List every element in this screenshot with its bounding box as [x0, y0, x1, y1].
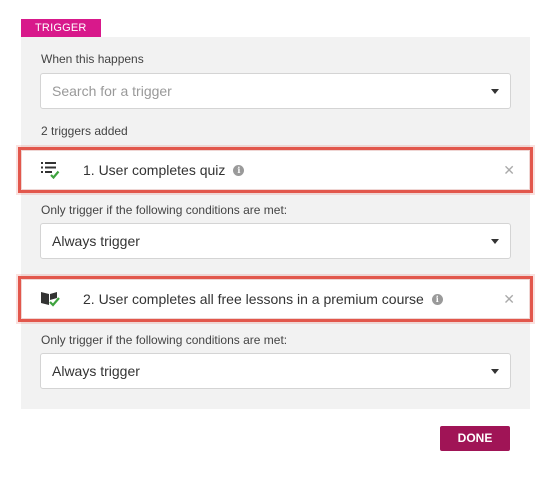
remove-trigger-2-close-icon[interactable]: ✕ [503, 280, 515, 318]
when-label: When this happens [41, 52, 144, 66]
trigger-tag: TRIGGER [21, 19, 101, 37]
trigger-search-placeholder: Search for a trigger [52, 83, 172, 99]
info-icon[interactable]: i [431, 293, 443, 305]
trigger-item-1[interactable]: 1. User completes quiz i ✕ [18, 147, 533, 193]
caret-down-icon [491, 89, 499, 94]
trigger-item-2-name: 2. User completes all free lessons in a … [83, 280, 443, 318]
trigger-item-1-name: 1. User completes quiz i [83, 151, 245, 189]
info-icon[interactable]: i [233, 164, 245, 176]
condition-select-1-value: Always trigger [52, 233, 140, 249]
condition-label-2: Only trigger if the following conditions… [41, 333, 288, 347]
quiz-list-icon [40, 161, 60, 180]
book-lessons-icon [40, 290, 60, 308]
triggers-added-count: 2 triggers added [41, 124, 128, 138]
trigger-panel: When this happens Search for a trigger 2… [18, 37, 533, 466]
condition-select-2[interactable]: Always trigger [40, 353, 511, 389]
condition-label-1: Only trigger if the following conditions… [41, 203, 288, 217]
trigger-item-2[interactable]: 2. User completes all free lessons in a … [18, 276, 533, 322]
done-button[interactable]: DONE [440, 426, 510, 451]
caret-down-icon [491, 239, 499, 244]
caret-down-icon [491, 369, 499, 374]
condition-select-2-value: Always trigger [52, 363, 140, 379]
remove-trigger-1-close-icon[interactable]: ✕ [503, 151, 515, 189]
trigger-search-select[interactable]: Search for a trigger [40, 73, 511, 109]
condition-select-1[interactable]: Always trigger [40, 223, 511, 259]
